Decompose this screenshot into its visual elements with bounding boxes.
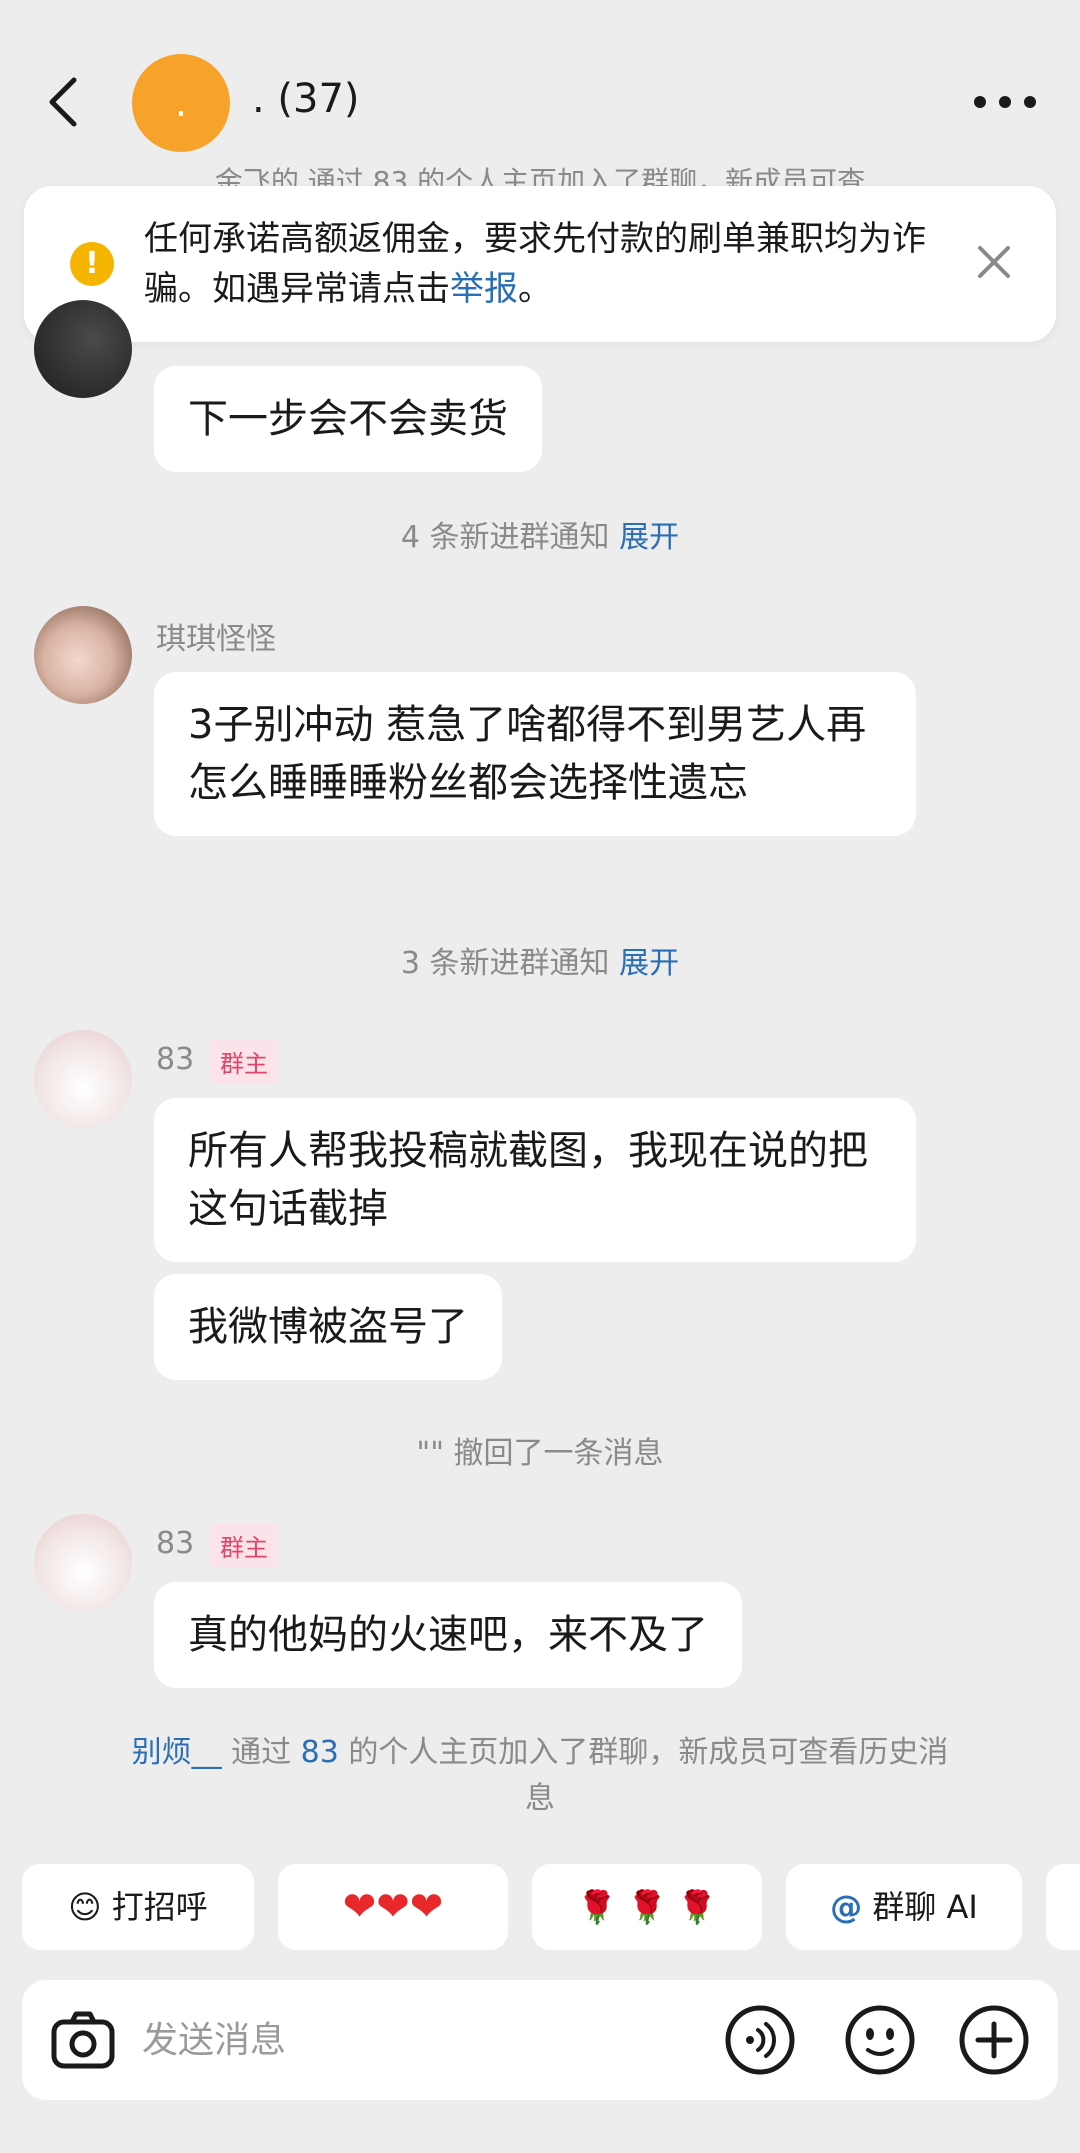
- sender-name[interactable]: 琪琪怪怪: [156, 614, 276, 658]
- notice-text: 4 条新进群通知: [400, 520, 620, 555]
- join-notice: 别烦__ 通过 83 的个人主页加入了群聊，新成员可查看历史消息: [120, 1730, 960, 1822]
- avatar[interactable]: [34, 606, 132, 704]
- owner-badge: 群主: [210, 1040, 278, 1083]
- back-arrow-icon[interactable]: [40, 72, 90, 132]
- notice-text: 3 条新进群通知: [400, 946, 620, 981]
- chip-more[interactable]: [1046, 1864, 1080, 1950]
- camera-icon[interactable]: [48, 2006, 118, 2076]
- chip-group-ai-label: 群聊 AI: [872, 1888, 978, 1926]
- fraud-warning-banner: ! 任何承诺高额返佣金，要求先付款的刷单兼职均为诈骗。如遇异常请点击举报。: [24, 186, 1056, 342]
- chip-hearts[interactable]: ❤❤❤: [278, 1864, 508, 1950]
- quick-reply-bar: 😊 打招呼 ❤❤❤ 🌹 🌹 🌹 @ 群聊 AI: [0, 1864, 1080, 1952]
- plus-icon[interactable]: [958, 2004, 1030, 2076]
- emoji-icon[interactable]: [844, 2004, 916, 2076]
- smile-emoji-icon: 😊: [68, 1888, 102, 1926]
- expand-link[interactable]: 展开: [619, 520, 679, 555]
- chip-greet[interactable]: 😊 打招呼: [22, 1864, 254, 1950]
- joined-user-link[interactable]: 别烦__: [132, 1735, 222, 1770]
- warning-period: 。: [518, 269, 552, 309]
- group-owner-link[interactable]: 83: [301, 1735, 339, 1770]
- avatar[interactable]: [34, 1514, 132, 1612]
- avatar[interactable]: [34, 1030, 132, 1128]
- more-options-icon[interactable]: [970, 82, 1040, 122]
- expand-link[interactable]: 展开: [619, 946, 679, 981]
- report-link[interactable]: 举报: [450, 269, 518, 309]
- message-input[interactable]: [142, 2010, 622, 2070]
- voice-icon[interactable]: [724, 2004, 796, 2076]
- at-icon: @: [830, 1888, 863, 1926]
- message-bubble[interactable]: 3子别冲动 惹急了啥都得不到男艺人再怎么睡睡睡粉丝都会选择性遗忘: [154, 672, 916, 836]
- message-input-bar: [22, 1980, 1058, 2100]
- chip-greet-label: 打招呼: [111, 1888, 208, 1926]
- message-bubble[interactable]: 所有人帮我投稿就截图，我现在说的把这句话截掉: [154, 1098, 916, 1262]
- sender-name[interactable]: 83: [156, 1042, 194, 1077]
- message-bubble[interactable]: 下一步会不会卖货: [154, 366, 542, 472]
- group-title[interactable]: . (37): [252, 76, 360, 122]
- message-bubble[interactable]: 我微博被盗号了: [154, 1274, 502, 1380]
- message-bubble[interactable]: 真的他妈的火速吧，来不及了: [154, 1582, 742, 1688]
- chip-roses[interactable]: 🌹 🌹 🌹: [532, 1864, 762, 1950]
- join-notice-text: 的个人主页加入了群聊，新成员可查看历史消息: [338, 1735, 949, 1816]
- close-icon[interactable]: [972, 240, 1016, 284]
- new-member-notice: 4 条新进群通知 展开: [0, 512, 1080, 556]
- group-avatar[interactable]: .: [132, 54, 230, 152]
- owner-badge: 群主: [210, 1524, 278, 1567]
- warning-text: 任何承诺高额返佣金，要求先付款的刷单兼职均为诈骗。如遇异常请点击举报。: [144, 214, 964, 314]
- chat-header: . . (37): [0, 0, 1080, 170]
- join-notice-text: 通过: [221, 1735, 301, 1770]
- warning-icon: !: [70, 242, 114, 286]
- recall-notice: "" 撤回了一条消息: [416, 1436, 664, 1471]
- sender-name[interactable]: 83: [156, 1526, 194, 1561]
- avatar[interactable]: [34, 300, 132, 398]
- new-member-notice: 3 条新进群通知 展开: [0, 938, 1080, 982]
- chip-group-ai[interactable]: @ 群聊 AI: [786, 1864, 1022, 1950]
